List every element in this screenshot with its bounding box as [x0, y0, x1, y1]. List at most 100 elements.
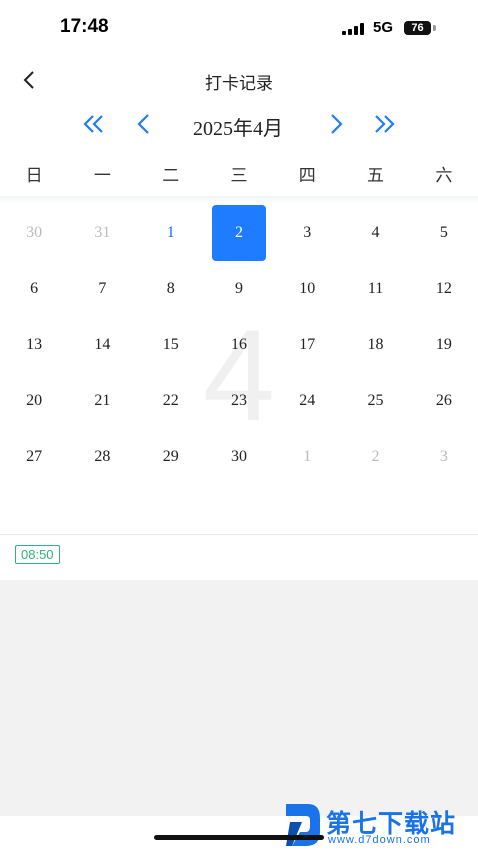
calendar-day[interactable]: 5: [410, 205, 478, 261]
network-type: 5G: [373, 19, 394, 36]
calendar-day[interactable]: 15: [137, 317, 205, 373]
double-chevron-right-icon: [375, 115, 395, 133]
calendar-day-number: 5: [439, 224, 448, 241]
calendar-day-number: 11: [367, 280, 384, 297]
calendar-day[interactable]: 23: [205, 373, 273, 429]
weekday-label: 三: [230, 166, 248, 186]
calendar-day-number: 22: [162, 392, 179, 409]
header-shadow: [0, 196, 478, 204]
site-logo: 第七下载站 www.d7down.com: [284, 800, 478, 850]
weekday-label: 六: [435, 166, 453, 186]
calendar-day[interactable]: 25: [341, 373, 409, 429]
records-panel: [0, 580, 478, 816]
page-title: 打卡记录: [205, 74, 273, 94]
calendar-day-number: 1: [303, 448, 312, 465]
home-indicator: [154, 835, 324, 840]
weekday-label: 日: [25, 166, 43, 186]
logo-url: www.d7down.com: [328, 834, 431, 846]
calendar-week-row: 20 21 22 23 24 25 26: [0, 373, 478, 429]
calendar-day[interactable]: 19: [410, 317, 478, 373]
prev-year-button[interactable]: [80, 110, 108, 138]
status-bar: 17:48 5G 76: [0, 0, 478, 56]
calendar-day-number: 17: [299, 336, 316, 353]
calendar-day[interactable]: 30: [0, 205, 68, 261]
calendar-day[interactable]: 9: [205, 261, 273, 317]
calendar-day-selected[interactable]: 2: [205, 205, 273, 261]
calendar-day-number: 1: [166, 224, 175, 241]
calendar-day-number: 20: [26, 392, 43, 409]
calendar-day-number: 8: [166, 280, 175, 297]
calendar-day[interactable]: 17: [273, 317, 341, 373]
chevron-right-icon: [331, 114, 343, 134]
calendar-day-number: 6: [30, 280, 39, 297]
calendar-day[interactable]: 1: [137, 205, 205, 261]
calendar-day-number: 2: [371, 448, 380, 465]
calendar-day-number: 23: [230, 392, 247, 409]
clock-in-time-badge[interactable]: 08:50: [15, 545, 60, 564]
double-chevron-left-icon: [83, 115, 103, 133]
weekday-label: 四: [298, 166, 316, 186]
calendar-day-number: 31: [94, 224, 111, 241]
calendar-day[interactable]: 4: [341, 205, 409, 261]
calendar-day[interactable]: 20: [0, 373, 68, 429]
battery-tip: [433, 25, 436, 31]
calendar-day-number: 21: [94, 392, 111, 409]
calendar-day[interactable]: 2: [341, 429, 409, 485]
calendar-day[interactable]: 29: [137, 429, 205, 485]
calendar-week-row: 13 14 15 16 17 18 19: [0, 317, 478, 373]
calendar-day-number: 16: [230, 336, 247, 353]
calendar-day-number: 15: [162, 336, 179, 353]
logo-mark-icon: [286, 804, 320, 846]
calendar-week-row: 27 28 29 30 1 2 3: [0, 429, 478, 485]
calendar-day-number: 4: [371, 224, 380, 241]
weekday-label: 一: [93, 166, 111, 186]
calendar-day[interactable]: 24: [273, 373, 341, 429]
calendar-day-number: 10: [299, 280, 316, 297]
calendar-day[interactable]: 30: [205, 429, 273, 485]
calendar-day[interactable]: 14: [68, 317, 136, 373]
calendar-day[interactable]: 31: [68, 205, 136, 261]
calendar-day[interactable]: 10: [273, 261, 341, 317]
calendar-day[interactable]: 6: [0, 261, 68, 317]
calendar-day-number: 13: [26, 336, 43, 353]
calendar-day-number: 29: [162, 448, 179, 465]
calendar-day-number: 2: [234, 224, 243, 241]
calendar-day[interactable]: 18: [341, 317, 409, 373]
calendar-day-number: 25: [367, 392, 384, 409]
calendar-day[interactable]: 12: [410, 261, 478, 317]
weekday-label: 二: [162, 166, 180, 186]
next-month-button[interactable]: [322, 110, 350, 138]
calendar-day-number: 30: [26, 224, 43, 241]
calendar-day-number: 3: [303, 224, 312, 241]
calendar-week-row: 30 31 1 2 3 4 5: [0, 205, 478, 261]
month-selector: 2025年4月: [0, 104, 478, 144]
weekday-header: 日 一 二 三 四 五 六: [0, 160, 478, 192]
calendar-day[interactable]: 3: [410, 429, 478, 485]
calendar-day-number: 28: [94, 448, 111, 465]
next-year-button[interactable]: [370, 110, 398, 138]
calendar-day-number: 24: [299, 392, 316, 409]
calendar-day[interactable]: 26: [410, 373, 478, 429]
calendar-day-number: 26: [435, 392, 452, 409]
calendar-week-row: 6 7 8 9 10 11 12: [0, 261, 478, 317]
signal-icon: [342, 23, 366, 35]
calendar-day[interactable]: 3: [273, 205, 341, 261]
calendar-day[interactable]: 22: [137, 373, 205, 429]
calendar-day[interactable]: 21: [68, 373, 136, 429]
calendar-day-number: 14: [94, 336, 111, 353]
calendar-day-number: 27: [26, 448, 43, 465]
calendar-day-number: 18: [367, 336, 384, 353]
calendar-day[interactable]: 27: [0, 429, 68, 485]
month-label: 2025年4月: [193, 118, 283, 140]
calendar-day[interactable]: 1: [273, 429, 341, 485]
calendar-day[interactable]: 11: [341, 261, 409, 317]
status-time: 17:48: [60, 16, 109, 37]
weekday-label: 五: [367, 166, 385, 186]
battery-icon: 76: [404, 21, 431, 35]
calendar-day[interactable]: 7: [68, 261, 136, 317]
calendar-day[interactable]: 28: [68, 429, 136, 485]
calendar-day-number: 30: [230, 448, 247, 465]
calendar-day[interactable]: 13: [0, 317, 68, 373]
calendar-day[interactable]: 8: [137, 261, 205, 317]
calendar-day[interactable]: 16: [205, 317, 273, 373]
